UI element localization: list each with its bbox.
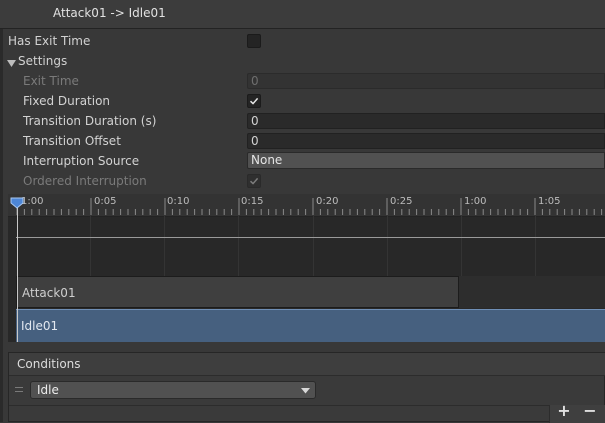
drag-handle-icon[interactable]: [15, 387, 23, 393]
ordered-interruption-label: Ordered Interruption: [23, 174, 147, 188]
exit-time-field: 0: [247, 73, 605, 89]
tick-label: 0:25: [390, 196, 413, 207]
transition-offset-field[interactable]: 0: [247, 133, 605, 149]
transition-header: Attack01 -> Idle01: [0, 0, 605, 29]
tick-label: 1:00: [464, 196, 487, 207]
fixed-duration-label: Fixed Duration: [23, 94, 111, 108]
gridline: [387, 216, 388, 276]
playhead-line: [17, 200, 18, 342]
has-exit-time-label: Has Exit Time: [8, 34, 91, 48]
transition-duration-field[interactable]: 0: [247, 113, 605, 129]
destination-clip-bar[interactable]: Idle01: [16, 309, 605, 342]
gridline: [461, 216, 462, 276]
source-clip-empty-region: [459, 276, 605, 308]
conditions-header: Conditions: [9, 353, 605, 376]
transition-duration-label: Transition Duration (s): [23, 114, 157, 128]
interruption-source-dropdown[interactable]: None: [247, 152, 605, 169]
settings-foldout-arrow-icon[interactable]: [7, 57, 16, 71]
tick-label: 0:15: [241, 196, 264, 207]
tick-label: 0:10: [167, 196, 190, 207]
interruption-source-label: Interruption Source: [23, 154, 140, 168]
gridline: [535, 216, 536, 276]
condition-parameter-dropdown[interactable]: Idle: [30, 381, 316, 399]
checkmark-icon: [249, 177, 259, 185]
exit-time-label: Exit Time: [23, 74, 79, 88]
conditions-panel: Conditions Idle: [8, 352, 605, 423]
remove-condition-button[interactable]: −: [580, 402, 600, 420]
has-exit-time-checkbox[interactable]: [247, 34, 261, 48]
checkmark-icon: [249, 97, 259, 105]
source-clip-label: Attack01: [22, 286, 76, 300]
tick-label: 1:05: [538, 196, 561, 207]
gridline: [313, 216, 314, 276]
tick-label: 1:00: [21, 196, 44, 207]
gridline: [90, 216, 91, 276]
conditions-title: Conditions: [17, 357, 81, 371]
add-condition-button[interactable]: +: [554, 402, 574, 420]
time-ruler[interactable]: 1:00 0:05 0:10 0:15 0:20 0:25 1:00 1:05: [8, 194, 605, 217]
tick-label: 0:05: [94, 196, 117, 207]
ordered-interruption-checkbox: [247, 174, 261, 188]
gridline: [164, 216, 165, 276]
condition-parameter-value: Idle: [37, 383, 59, 397]
conditions-footer-divider: [9, 405, 549, 406]
transition-curve-line: [16, 237, 605, 238]
fixed-duration-checkbox[interactable]: [247, 94, 261, 108]
transition-title: Attack01 -> Idle01: [53, 6, 166, 20]
source-clip-bar[interactable]: Attack01: [16, 276, 459, 308]
left-rail: [0, 29, 3, 422]
destination-clip-label: Idle01: [21, 319, 59, 333]
playhead-marker-icon[interactable]: [10, 197, 24, 209]
settings-foldout-label[interactable]: Settings: [18, 54, 67, 68]
transition-offset-label: Transition Offset: [23, 134, 121, 148]
tick-label: 0:20: [316, 196, 339, 207]
gridline: [238, 216, 239, 276]
chevron-down-icon: [301, 388, 310, 394]
transition-timeline[interactable]: 1:00 0:05 0:10 0:15 0:20 0:25 1:00 1:05 …: [8, 194, 605, 342]
